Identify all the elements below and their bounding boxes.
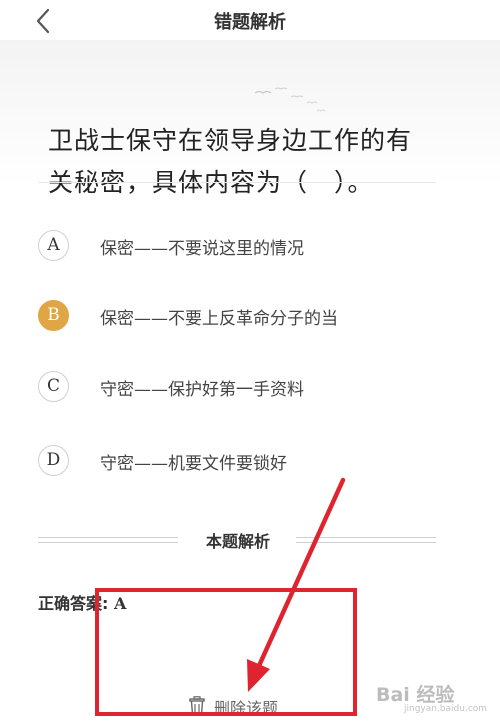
birds-decoration bbox=[254, 87, 326, 112]
question-line-1: 卫战士保守在领导身边工作的有 bbox=[48, 126, 413, 155]
trash-icon bbox=[189, 696, 205, 716]
question-line-2: 关秘密，具体内容为（ ）。 bbox=[48, 168, 374, 197]
question-divider bbox=[38, 182, 436, 183]
option-a-text: 保密——不要说这里的情况 bbox=[100, 239, 304, 259]
option-a[interactable]: A 保密——不要说这里的情况 bbox=[38, 226, 458, 266]
option-d-text: 守密——机要文件要锁好 bbox=[100, 454, 287, 474]
option-c[interactable]: C 守密——保护好第一手资料 bbox=[38, 367, 458, 407]
separator-line-left bbox=[38, 537, 178, 543]
page-title: 错题解析 bbox=[214, 12, 286, 33]
option-b[interactable]: B 保密——不要上反革命分子的当 bbox=[38, 296, 458, 336]
option-d[interactable]: D 守密——机要文件要锁好 bbox=[38, 441, 458, 481]
question-text: 卫战士保守在领导身边工作的有 关秘密，具体内容为（ ）。 bbox=[48, 120, 458, 204]
baidu-jingyan-watermark: Bai 经验 jingyan.baidu.com bbox=[376, 680, 496, 718]
option-d-badge: D bbox=[38, 445, 69, 476]
option-b-text: 保密——不要上反革命分子的当 bbox=[100, 309, 338, 329]
correct-answer-label: 正确答案: bbox=[38, 594, 109, 613]
analysis-heading: 本题解析 bbox=[205, 532, 270, 551]
question-card: 卫战士保守在领导身边工作的有 关秘密，具体内容为（ ）。 bbox=[0, 40, 500, 197]
option-a-badge: A bbox=[38, 230, 69, 261]
analysis-separator: 本题解析 bbox=[38, 528, 436, 551]
option-b-badge: B bbox=[38, 300, 69, 331]
header-bar: 错题解析 bbox=[0, 0, 500, 40]
correct-answer-value: A bbox=[113, 594, 127, 613]
watermark-brand: Bai 经验 bbox=[376, 684, 455, 706]
delete-question-label: 删除该题 bbox=[214, 699, 279, 718]
option-c-badge: C bbox=[38, 371, 69, 402]
delete-question-button[interactable]: 删除该题 bbox=[180, 694, 320, 718]
separator-line-right bbox=[296, 537, 436, 543]
correct-answer: 正确答案: A bbox=[38, 590, 126, 614]
option-c-text: 守密——保护好第一手资料 bbox=[100, 380, 304, 400]
watermark-url: jingyan.baidu.com bbox=[404, 704, 488, 714]
